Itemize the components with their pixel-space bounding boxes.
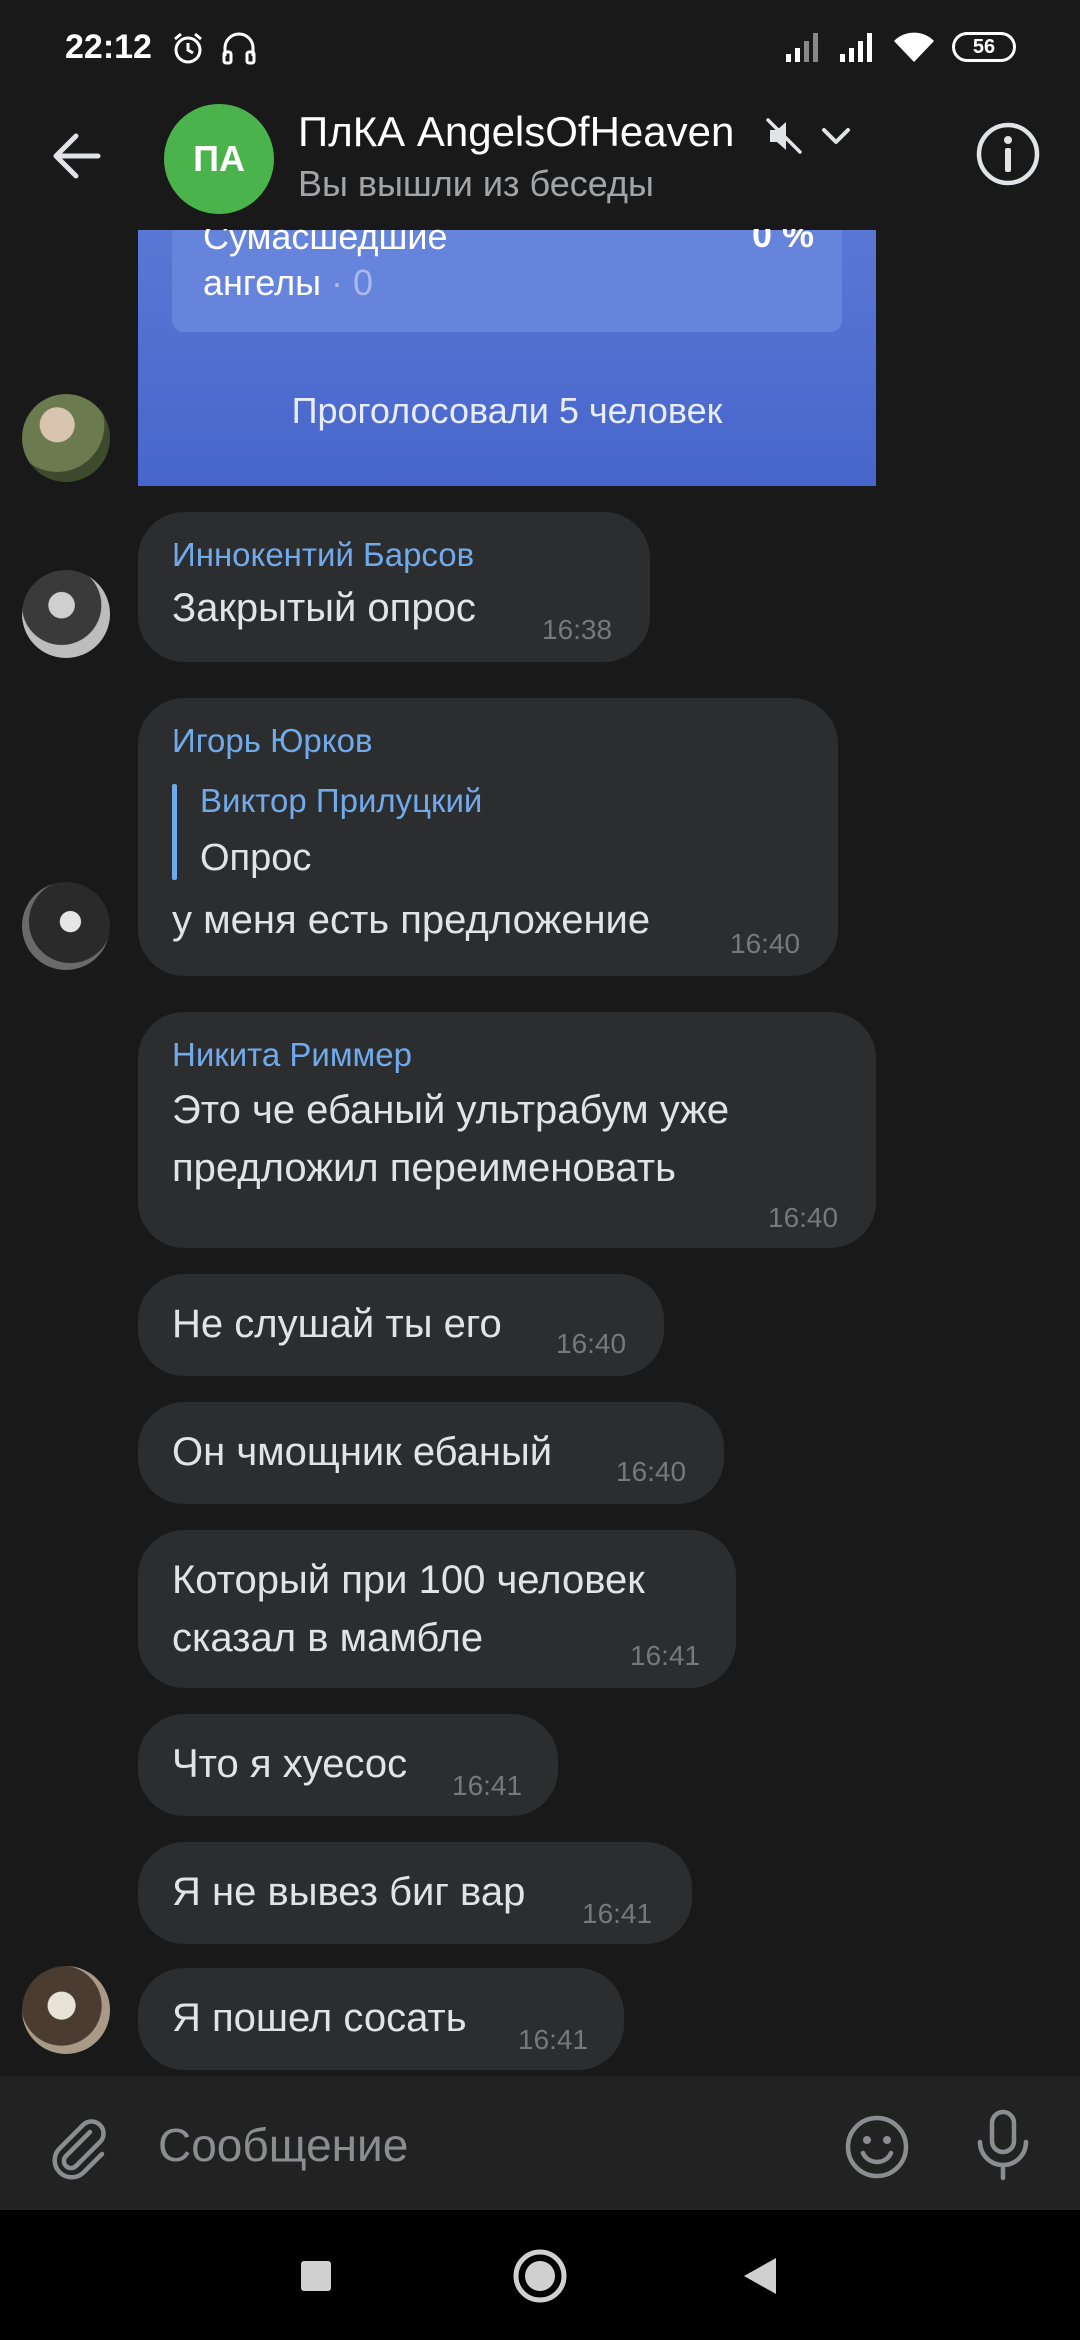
user-avatar-1[interactable]: [22, 394, 110, 482]
poll-option-name: Сумасшедшие ангелы: [203, 216, 448, 303]
paperclip-icon[interactable]: [46, 2114, 112, 2180]
message-sender[interactable]: Иннокентий Барсов: [172, 536, 474, 574]
battery-indicator: 56: [952, 32, 1016, 62]
message-time: 16:41: [630, 1640, 701, 1671]
chat-subtitle-overlay: Вы вышли из беседы: [298, 163, 654, 204]
message-text: Он чмощник ебаный: [172, 1430, 553, 1474]
message-bubble[interactable]: Он чмощник ебаный 16:40: [138, 1402, 724, 1504]
message-bubble[interactable]: Игорь Юрков Виктор Прилуцкий Опрос у мен…: [138, 698, 838, 976]
muted-speaker-icon: [766, 118, 802, 154]
message-bubble[interactable]: Я не вывез биг вар 16:41: [138, 1842, 692, 1944]
signal-icon-1: [786, 33, 818, 62]
group-avatar-overlay: ПА: [164, 104, 274, 214]
message-text-line: Который при 100 человек: [172, 1558, 645, 1602]
recents-square-icon[interactable]: [298, 2258, 334, 2294]
message-time: 16:38: [542, 614, 613, 645]
user-avatar-4[interactable]: [22, 1966, 110, 2054]
message-sender[interactable]: Никита Риммер: [172, 1036, 412, 1074]
chat-title-overlay: ПлКА AngelsOfHeaven: [298, 108, 735, 155]
message-time: 16:41: [452, 1770, 523, 1801]
signal-icon-2: [840, 33, 872, 62]
user-avatar-3[interactable]: [22, 882, 110, 970]
message-text: Я не вывез биг вар: [172, 1870, 526, 1914]
message-time: 16:40: [730, 928, 801, 959]
message-text: Не слушай ты его: [172, 1302, 502, 1346]
message-time: 16:41: [582, 1898, 653, 1929]
wifi-icon: [894, 32, 934, 62]
message-text-line: предложил переименовать: [172, 1146, 676, 1190]
info-icon[interactable]: [974, 120, 1042, 188]
message-time: 16:40: [556, 1328, 627, 1359]
message-bubble[interactable]: Я пошел сосать 16:41: [138, 1968, 624, 2070]
message-text: Закрытый опрос: [172, 586, 476, 630]
headphones-icon: [222, 32, 256, 65]
message-bubble[interactable]: Иннокентий Барсов Закрытый опрос 16:38: [138, 512, 650, 662]
back-triangle-icon[interactable]: [740, 2254, 780, 2298]
microphone-icon[interactable]: [968, 2108, 1038, 2184]
message-bubble[interactable]: Который при 100 человек сказал в мамбле …: [138, 1530, 736, 1688]
chevron-down-icon[interactable]: [818, 122, 854, 150]
alarm-icon: [174, 32, 202, 64]
message-sender[interactable]: Игорь Юрков: [172, 722, 372, 760]
message-text: у меня есть предложение: [172, 898, 651, 942]
user-avatar-2[interactable]: [22, 570, 110, 658]
reply-bar: [172, 784, 177, 880]
message-text: Я пошел сосать: [172, 1996, 467, 2040]
reply-text[interactable]: Опрос: [200, 832, 311, 884]
smiley-icon[interactable]: [842, 2112, 912, 2182]
message-bubble[interactable]: Никита Риммер Это че ебаный ультрабум уж…: [138, 1012, 876, 1248]
status-time: 22:12: [65, 28, 152, 66]
poll-votes-summary: Проголосовали 5 человек: [291, 390, 723, 431]
message-time: 16:40: [768, 1202, 839, 1233]
message-bubble[interactable]: Что я хуесос 16:41: [138, 1714, 558, 1816]
message-time: 16:40: [616, 1456, 687, 1487]
arrow-left-icon[interactable]: [48, 128, 108, 184]
message-text-line: сказал в мамбле: [172, 1616, 484, 1660]
message-time: 16:41: [518, 2024, 589, 2055]
message-text-line: Это че ебаный ультрабум уже: [172, 1088, 730, 1132]
message-text: Что я хуесос: [172, 1742, 408, 1786]
message-bubble[interactable]: Не слушай ты его 16:40: [138, 1274, 664, 1376]
home-circle-icon[interactable]: [512, 2248, 568, 2304]
poll-option-count: · 0: [330, 262, 373, 303]
reply-author[interactable]: Виктор Прилуцкий: [200, 782, 482, 820]
message-input[interactable]: [158, 2118, 798, 2172]
